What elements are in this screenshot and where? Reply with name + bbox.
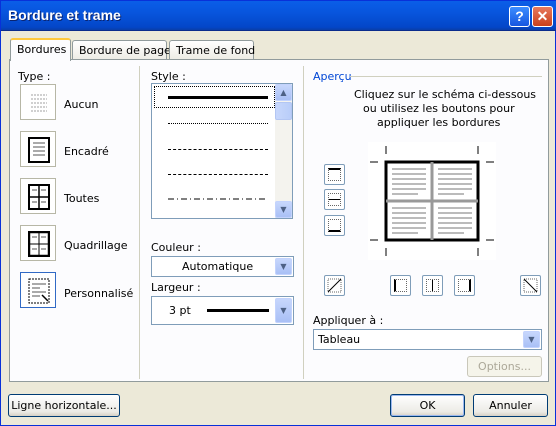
style-dashed-fine-line[interactable] [168, 149, 268, 150]
style-solid-line[interactable] [168, 96, 268, 99]
window-title: Bordure et trame [8, 7, 121, 23]
setting-box-label: Encadré [64, 145, 109, 158]
border-inside-vertical-icon [426, 279, 439, 292]
color-label: Couleur : [151, 241, 201, 254]
style-label: Style : [151, 70, 186, 83]
preview-label-rule [350, 76, 542, 77]
ok-button[interactable]: OK [390, 394, 465, 417]
setting-all-icon [28, 184, 50, 210]
setting-none-button[interactable] [20, 84, 56, 120]
border-left-icon [394, 279, 407, 292]
setting-all-label: Toutes [64, 192, 100, 205]
width-value: 3 pt [169, 304, 191, 317]
color-value: Automatique [182, 260, 254, 273]
border-top-icon [328, 168, 341, 181]
scroll-up-icon[interactable]: ▲ [275, 84, 292, 101]
style-dash-dot-line[interactable] [168, 198, 268, 201]
preview-instruction-3: appliquer les bordures [377, 116, 501, 129]
preview-table-graphic [370, 146, 494, 256]
setting-none-icon [31, 94, 47, 112]
tab-bordures[interactable]: Bordures [10, 38, 71, 61]
help-button[interactable]: ? [509, 6, 530, 27]
tab-trame-de-fond[interactable]: Trame de fond [169, 40, 255, 59]
tab-bordure-de-page[interactable]: Bordure de page [72, 40, 171, 59]
style-dotted-line[interactable] [168, 123, 268, 124]
border-inside-horizontal-icon [328, 193, 341, 206]
apply-to-dropdown[interactable]: Tableau ▼ [313, 329, 542, 350]
setting-all-button[interactable] [20, 178, 56, 214]
border-left-button[interactable] [390, 275, 411, 296]
diagonal-up-icon [327, 278, 342, 293]
border-bottom-button[interactable] [324, 215, 345, 236]
title-bar[interactable]: Bordure et trame ? ✕ [1, 1, 556, 31]
dialog-window: Bordure et trame ? ✕ Bordures Bordure de… [0, 0, 556, 426]
style-scrollbar[interactable]: ▲ ▼ [275, 84, 292, 218]
setting-label: Type : [18, 70, 51, 83]
border-bottom-icon [328, 219, 341, 232]
border-inside-horizontal-button[interactable] [324, 189, 345, 210]
border-right-button[interactable] [454, 275, 475, 296]
setting-custom-label: Personnalisé [64, 287, 134, 300]
border-diagonal-up-button[interactable] [520, 275, 541, 296]
chevron-down-icon[interactable]: ▼ [523, 331, 540, 348]
tab-panel: Type : Aucun Encadré Toutes Quadrillage … [9, 59, 549, 382]
apply-to-label: Appliquer à : [313, 314, 384, 327]
chevron-down-icon[interactable]: ▼ [275, 298, 292, 323]
setting-none-label: Aucun [64, 98, 99, 111]
color-dropdown[interactable]: Automatique ▼ [151, 256, 294, 277]
border-diagonal-down-button[interactable] [324, 275, 345, 296]
setting-grid-label: Quadrillage [64, 239, 128, 252]
setting-grid-icon [28, 231, 50, 257]
preview-instruction-2: ou utilisez les boutons pour [363, 102, 515, 115]
scroll-thumb[interactable] [275, 102, 292, 120]
setting-custom-button[interactable] [20, 272, 56, 308]
diagonal-down-icon [523, 278, 538, 293]
setting-box-button[interactable] [20, 131, 56, 167]
border-top-button[interactable] [324, 164, 345, 185]
column-divider-left [139, 66, 140, 379]
options-button[interactable]: Options... [467, 356, 542, 377]
column-divider-right [303, 66, 304, 379]
setting-custom-icon [28, 278, 50, 304]
preview-label: Aperçu [313, 70, 352, 83]
width-label: Largeur : [151, 281, 201, 294]
close-button[interactable]: ✕ [532, 6, 553, 27]
horizontal-line-button[interactable]: Ligne horizontale... [8, 394, 120, 417]
chevron-down-icon[interactable]: ▼ [275, 258, 292, 275]
preview-instruction-1: Cliquez sur le schéma ci-dessous [354, 88, 537, 101]
border-right-icon [458, 279, 471, 292]
width-dropdown[interactable]: 3 pt ▼ [151, 296, 294, 325]
setting-box-icon [28, 137, 50, 163]
style-listbox[interactable]: ▲ ▼ [151, 83, 293, 219]
apply-to-value: Tableau [318, 333, 361, 346]
setting-grid-button[interactable] [20, 225, 56, 261]
style-dashed-line[interactable] [168, 174, 268, 175]
cancel-button[interactable]: Annuler [473, 394, 548, 417]
width-line-preview [207, 309, 269, 312]
preview-diagram[interactable] [368, 142, 496, 260]
border-inside-vertical-button[interactable] [422, 275, 443, 296]
scroll-down-icon[interactable]: ▼ [275, 201, 292, 218]
